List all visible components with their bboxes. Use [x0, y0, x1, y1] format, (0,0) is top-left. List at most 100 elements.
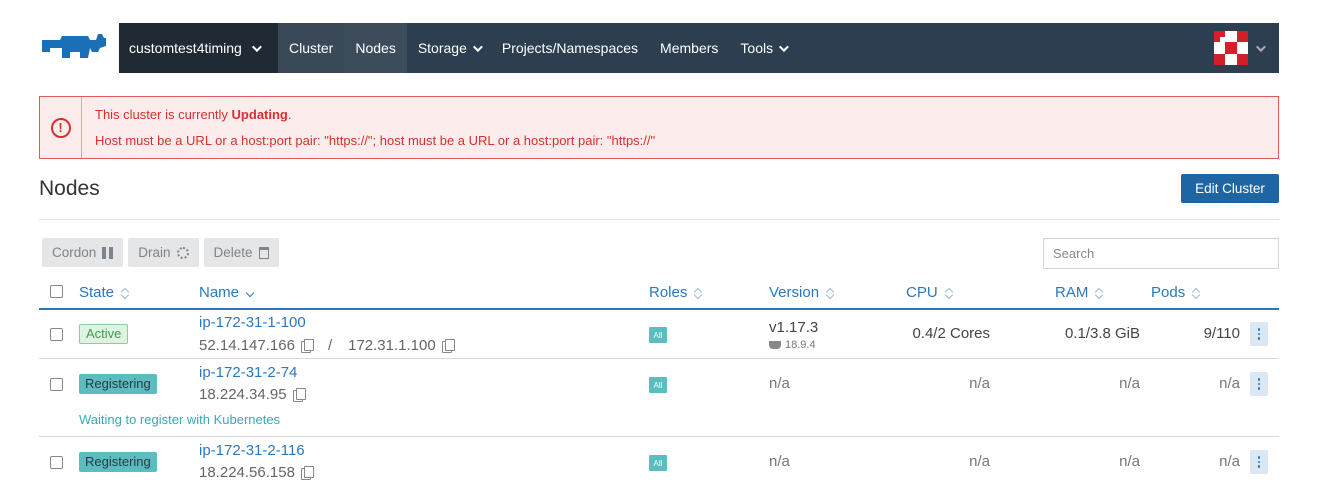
- header-roles-label: Roles: [649, 284, 688, 301]
- row-divider: [39, 436, 1279, 437]
- row-actions-button[interactable]: [1250, 322, 1268, 346]
- nav-projects-namespaces[interactable]: Projects/Namespaces: [491, 23, 649, 73]
- row-actions-button[interactable]: [1250, 450, 1268, 474]
- header-version-label: Version: [769, 284, 820, 301]
- copy-icon[interactable]: [292, 388, 306, 402]
- header-pods[interactable]: Pods: [1151, 284, 1201, 301]
- chevron-down-icon: [251, 41, 262, 52]
- node-name-link[interactable]: ip-172-31-2-74: [199, 364, 297, 381]
- avatar: [1214, 31, 1248, 65]
- chevron-down-icon: [1255, 41, 1266, 52]
- sort-icon: [120, 286, 130, 300]
- docker-version: 18.9.4: [769, 339, 816, 351]
- row-checkbox[interactable]: [50, 456, 63, 469]
- header-cpu-label: CPU: [906, 284, 938, 301]
- version-cell: n/a: [769, 375, 790, 392]
- sort-icon: [825, 286, 835, 300]
- nav-storage[interactable]: Storage: [407, 23, 491, 73]
- banner-suffix: .: [287, 107, 292, 122]
- version-cell: v1.17.3: [769, 319, 819, 336]
- nav-members-label: Members: [660, 40, 719, 56]
- header-state-label: State: [79, 284, 115, 301]
- sort-icon: [1094, 286, 1104, 300]
- ram-cell: n/a: [1119, 375, 1140, 392]
- status-badge: Registering: [79, 452, 157, 472]
- header-name-label: Name: [199, 284, 240, 301]
- row-divider: [39, 358, 1279, 359]
- node-name-link[interactable]: ip-172-31-1-100: [199, 314, 306, 331]
- nav-members[interactable]: Members: [649, 23, 729, 73]
- top-navigation: customtest4timing Cluster Nodes Storage …: [119, 23, 1279, 73]
- banner-error-text: Host must be a URL or a host:port pair: …: [95, 133, 656, 148]
- cordon-button[interactable]: Cordon: [42, 238, 124, 267]
- copy-icon[interactable]: [300, 466, 314, 480]
- docker-version-label: 18.9.4: [785, 339, 816, 351]
- drain-icon: [176, 246, 189, 259]
- rancher-logo[interactable]: [40, 30, 108, 66]
- cluster-selector[interactable]: customtest4timing: [119, 23, 278, 73]
- node-name-link[interactable]: ip-172-31-2-116: [199, 442, 305, 459]
- divider: [39, 219, 1279, 220]
- select-all-checkbox[interactable]: [50, 285, 63, 298]
- bulk-actions: Cordon Drain Delete: [42, 238, 279, 267]
- error-icon: !: [50, 117, 71, 138]
- header-cpu[interactable]: CPU: [906, 284, 954, 301]
- chevron-down-icon: [779, 41, 789, 52]
- status-badge: Registering: [79, 374, 157, 394]
- nav-tools-label: Tools: [740, 40, 774, 56]
- edit-cluster-button[interactable]: Edit Cluster: [1181, 174, 1279, 203]
- copy-icon[interactable]: [441, 339, 455, 353]
- header-ram-label: RAM: [1055, 284, 1089, 301]
- banner-message: This cluster is currently Updating. Host…: [82, 97, 655, 158]
- table-header-underline: [39, 308, 1279, 310]
- header-name[interactable]: Name: [199, 284, 255, 301]
- header-version[interactable]: Version: [769, 284, 835, 301]
- drain-button[interactable]: Drain: [128, 238, 199, 267]
- nav-tools[interactable]: Tools: [729, 23, 797, 73]
- node-ips: 18.224.56.158: [199, 464, 314, 481]
- delete-button[interactable]: Delete: [203, 238, 279, 267]
- header-roles[interactable]: Roles: [649, 284, 703, 301]
- row-status-message: Waiting to register with Kubernetes: [79, 412, 281, 427]
- page-title: Nodes: [39, 177, 100, 200]
- copy-icon[interactable]: [300, 339, 314, 353]
- nav-projects-label: Projects/Namespaces: [501, 40, 639, 56]
- sort-icon: [1191, 286, 1201, 300]
- sort-desc-icon: [245, 286, 255, 300]
- pods-cell: n/a: [1219, 453, 1240, 470]
- banner-status-line: This cluster is currently Updating.: [95, 107, 655, 122]
- banner-prefix: This cluster is currently: [95, 107, 232, 122]
- delete-label: Delete: [213, 245, 253, 260]
- cluster-name: customtest4timing: [129, 40, 242, 56]
- row-checkbox[interactable]: [50, 378, 63, 391]
- docker-icon: [769, 341, 781, 349]
- status-badge: Active: [79, 324, 129, 344]
- ram-cell: 0.1/3.8 GiB: [1064, 325, 1140, 342]
- role-badge: All: [649, 327, 667, 343]
- public-ip: 18.224.56.158: [199, 464, 295, 481]
- public-ip: 18.224.34.95: [199, 386, 287, 403]
- nav-cluster-label: Cluster: [289, 40, 334, 56]
- nav-nodes[interactable]: Nodes: [344, 23, 407, 73]
- nav-storage-label: Storage: [417, 40, 467, 56]
- nav-cluster[interactable]: Cluster: [278, 23, 345, 73]
- cpu-cell: n/a: [969, 453, 990, 470]
- private-ip: 172.31.1.100: [348, 337, 436, 354]
- pause-icon: [102, 246, 114, 259]
- cpu-cell: 0.4/2 Cores: [912, 325, 990, 342]
- search-input[interactable]: [1043, 238, 1279, 269]
- banner-icon-column: !: [40, 97, 82, 158]
- header-pods-label: Pods: [1151, 284, 1186, 301]
- header-ram[interactable]: RAM: [1055, 284, 1104, 301]
- cpu-cell: n/a: [969, 375, 990, 392]
- row-actions-button[interactable]: [1250, 372, 1268, 396]
- chevron-down-icon: [472, 41, 483, 52]
- user-menu[interactable]: [1214, 23, 1279, 73]
- drain-label: Drain: [138, 245, 171, 260]
- banner-state: Updating: [231, 107, 288, 122]
- header-state[interactable]: State: [79, 284, 130, 301]
- cordon-label: Cordon: [52, 245, 97, 260]
- row-checkbox[interactable]: [50, 328, 63, 341]
- nav-nodes-label: Nodes: [355, 40, 396, 56]
- node-ips: 52.14.147.166 / 172.31.1.100: [199, 337, 455, 354]
